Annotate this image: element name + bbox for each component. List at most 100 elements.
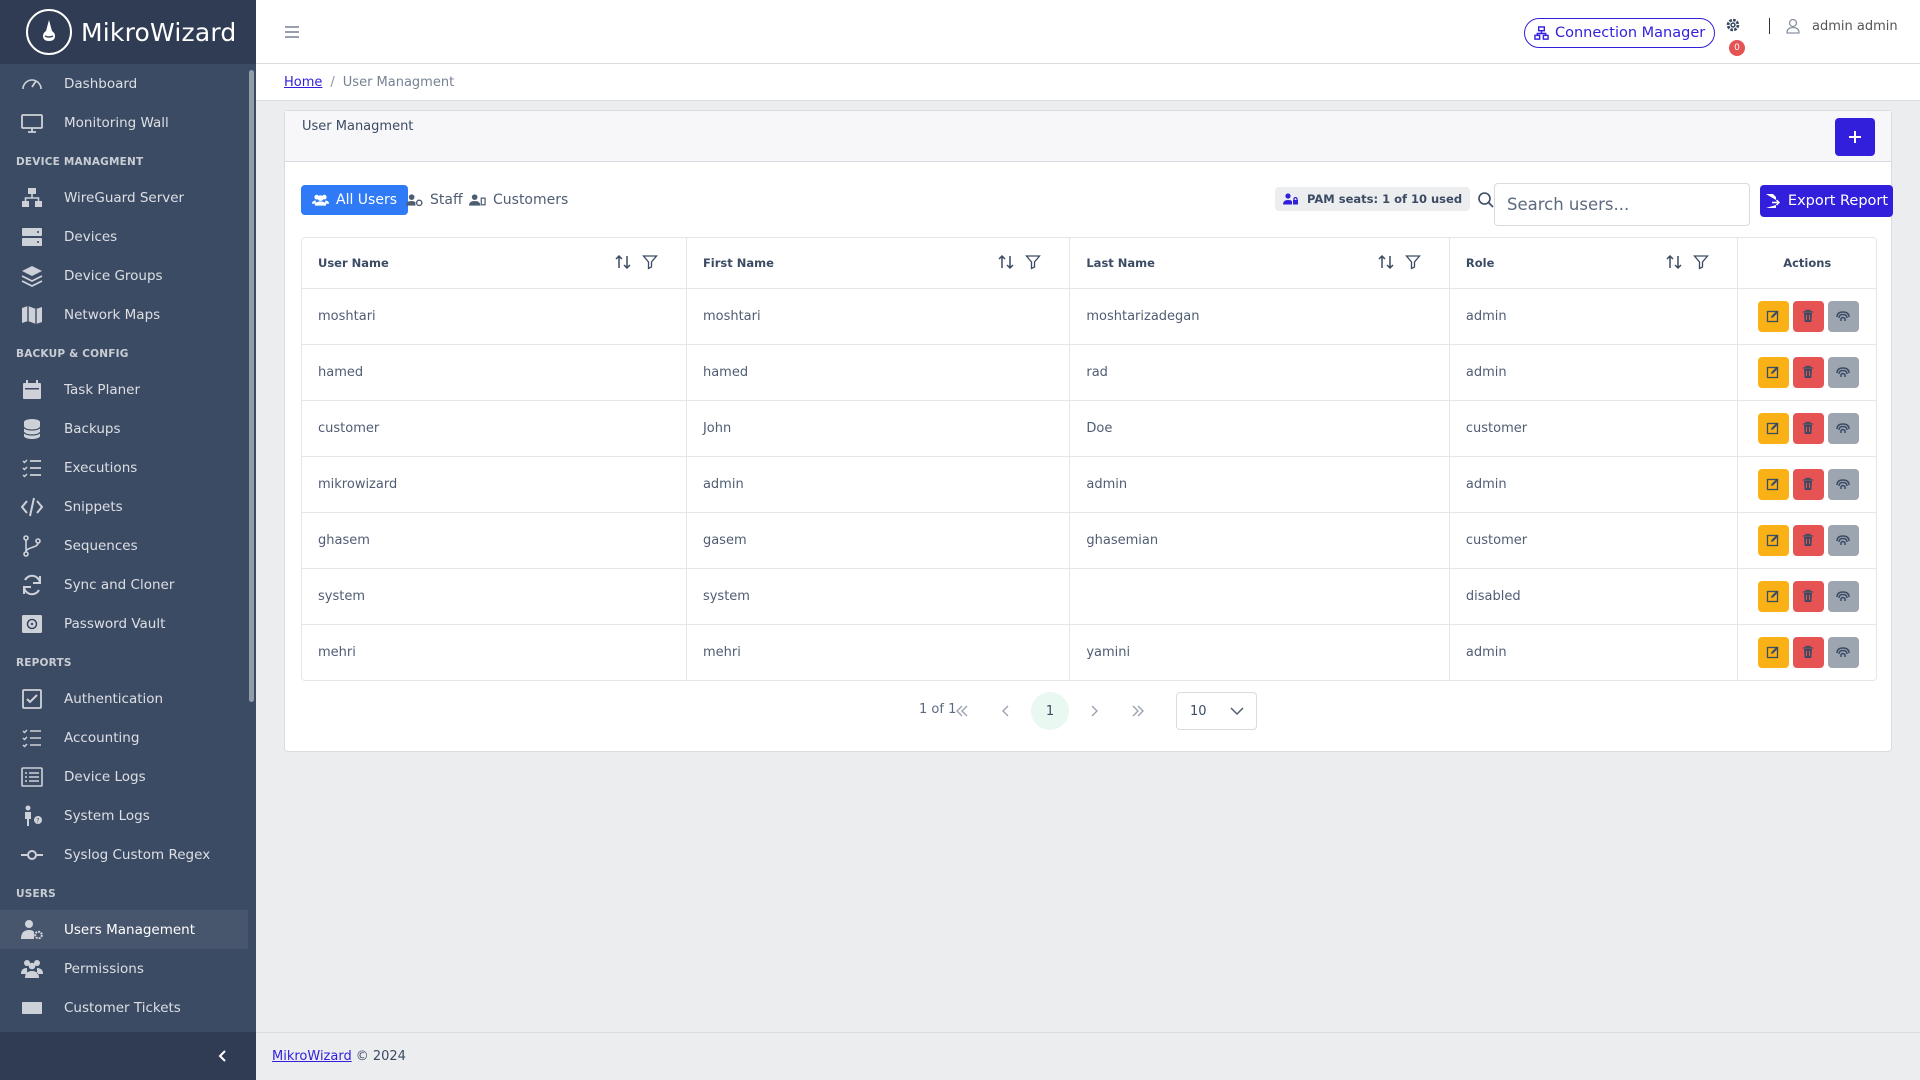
cell-first: gasem xyxy=(686,512,1071,569)
trash-icon xyxy=(1802,477,1814,491)
rows-per-page-select[interactable]: 10 xyxy=(1176,692,1257,730)
sidebar-item-backups[interactable]: Backups xyxy=(0,409,248,448)
sidebar-item-sync-and-cloner[interactable]: Sync and Cloner xyxy=(0,565,248,604)
notification-badge: 0 xyxy=(1729,40,1745,56)
cell-username: ghasem xyxy=(302,512,687,569)
trash-icon xyxy=(1802,309,1814,323)
tab-all-users[interactable]: All Users xyxy=(301,185,409,215)
breadcrumb-home-link[interactable]: Home xyxy=(284,75,322,90)
cell-actions xyxy=(1737,344,1876,401)
tab-customers[interactable]: Customers xyxy=(458,185,579,215)
sidebar-item-users-management[interactable]: Users Management xyxy=(0,910,248,949)
hamburger-menu-button[interactable] xyxy=(280,20,304,44)
connection-manager-button[interactable]: Connection Manager xyxy=(1524,18,1716,48)
cell-first: system xyxy=(686,568,1071,625)
rows-per-page-value: 10 xyxy=(1190,703,1207,719)
delete-button[interactable] xyxy=(1792,412,1824,444)
footer-copyright: © 2024 xyxy=(355,1049,406,1064)
cell-actions xyxy=(1738,624,1876,680)
export-report-button[interactable]: Export Report xyxy=(1760,185,1893,217)
sidebar-item-sequences[interactable]: Sequences xyxy=(0,526,248,565)
sidebar-item-system-logs[interactable]: ? System Logs xyxy=(0,796,248,835)
cell-role: admin xyxy=(1449,288,1739,345)
edit-button[interactable] xyxy=(1757,356,1789,388)
sidebar-toggle-button[interactable] xyxy=(0,1032,256,1080)
sidebar-item-devices[interactable]: Devices xyxy=(0,217,248,256)
brand[interactable]: MikroWizard xyxy=(0,0,256,64)
permissions-button[interactable] xyxy=(1827,300,1859,332)
edit-button[interactable] xyxy=(1757,300,1789,332)
settings-button[interactable] xyxy=(1724,16,1744,36)
cell-actions xyxy=(1737,456,1876,513)
filter-icon[interactable] xyxy=(1025,254,1042,270)
permissions-button[interactable] xyxy=(1827,468,1859,500)
edit-button[interactable] xyxy=(1757,468,1789,500)
connection-manager-label: Connection Manager xyxy=(1555,25,1706,41)
edit-button[interactable] xyxy=(1757,580,1789,612)
sidebar-item-permissions[interactable]: Permissions xyxy=(0,949,248,988)
user-gear-icon xyxy=(20,918,44,942)
add-user-button[interactable] xyxy=(1835,118,1875,156)
permissions-button[interactable] xyxy=(1827,524,1859,556)
edit-button[interactable] xyxy=(1757,412,1789,444)
header: Connection Manager 0 admin admin xyxy=(256,0,1920,64)
footer-link[interactable]: MikroWizard xyxy=(272,1049,352,1064)
page-button-current[interactable]: 1 xyxy=(1031,692,1069,730)
delete-button[interactable] xyxy=(1792,300,1824,332)
sidebar-item-snippets[interactable]: Snippets xyxy=(0,487,248,526)
plus-icon xyxy=(1849,131,1861,143)
user-menu[interactable]: admin admin xyxy=(1786,18,1898,34)
sidebar-item-label: Device Logs xyxy=(64,768,146,785)
sidebar-scrollbar[interactable] xyxy=(249,70,254,702)
sidebar-item-customer-tickets[interactable]: Customer Tickets xyxy=(0,988,248,1027)
table-row: mikrowizard admin admin admin xyxy=(302,456,1876,513)
sidebar-item-label: Snippets xyxy=(64,498,123,515)
next-page-button[interactable] xyxy=(1075,692,1113,730)
cell-first: admin xyxy=(686,456,1071,513)
filter-icon[interactable] xyxy=(1693,254,1710,270)
first-page-button[interactable] xyxy=(943,692,981,730)
last-page-button[interactable] xyxy=(1119,692,1157,730)
edit-icon xyxy=(1766,477,1780,491)
vault-icon xyxy=(20,612,44,636)
sidebar-item-task-planer[interactable]: Task Planer xyxy=(0,370,248,409)
sidebar-item-label: Sync and Cloner xyxy=(64,576,175,593)
delete-button[interactable] xyxy=(1792,524,1824,556)
edit-button[interactable] xyxy=(1757,524,1789,556)
permissions-button[interactable] xyxy=(1827,412,1859,444)
sort-icon[interactable] xyxy=(997,253,1015,271)
permissions-button[interactable] xyxy=(1827,580,1859,612)
sidebar-item-wireguard-server[interactable]: WireGuard Server xyxy=(0,178,248,217)
sidebar-item-password-vault[interactable]: Password Vault xyxy=(0,604,248,643)
search-input[interactable] xyxy=(1494,183,1750,226)
fingerprint-icon xyxy=(1835,645,1851,659)
cell-role: admin xyxy=(1449,344,1739,401)
filter-icon[interactable] xyxy=(642,254,658,270)
sidebar-item-executions[interactable]: Executions xyxy=(0,448,248,487)
sort-icon[interactable] xyxy=(614,253,632,271)
trash-icon xyxy=(1802,365,1814,379)
sidebar-item-syslog-custom-regex[interactable]: Syslog Custom Regex xyxy=(0,835,248,874)
sidebar-item-dashboard[interactable]: Dashboard xyxy=(0,64,248,103)
delete-button[interactable] xyxy=(1792,580,1824,612)
sidebar-item-accounting[interactable]: Accounting xyxy=(0,718,248,757)
delete-button[interactable] xyxy=(1792,636,1824,668)
user-gear-icon xyxy=(406,194,423,207)
prev-page-button[interactable] xyxy=(987,692,1025,730)
sidebar-item-authentication[interactable]: Authentication xyxy=(0,679,248,718)
filter-icon[interactable] xyxy=(1404,254,1421,270)
sort-icon[interactable] xyxy=(1377,253,1395,271)
delete-button[interactable] xyxy=(1792,356,1824,388)
delete-button[interactable] xyxy=(1792,468,1824,500)
sidebar-item-device-logs[interactable]: Device Logs xyxy=(0,757,248,796)
users-table: User Name First Name Last Name Role Acti… xyxy=(301,237,1877,681)
trash-icon xyxy=(1802,421,1814,435)
chevron-left-icon xyxy=(218,1050,226,1062)
sidebar-item-network-maps[interactable]: Network Maps xyxy=(0,295,248,334)
sidebar-item-monitoring-wall[interactable]: Monitoring Wall xyxy=(0,103,248,142)
permissions-button[interactable] xyxy=(1827,636,1859,668)
permissions-button[interactable] xyxy=(1827,356,1859,388)
sidebar-item-device-groups[interactable]: Device Groups xyxy=(0,256,248,295)
sort-icon[interactable] xyxy=(1665,253,1683,271)
edit-button[interactable] xyxy=(1757,636,1789,668)
